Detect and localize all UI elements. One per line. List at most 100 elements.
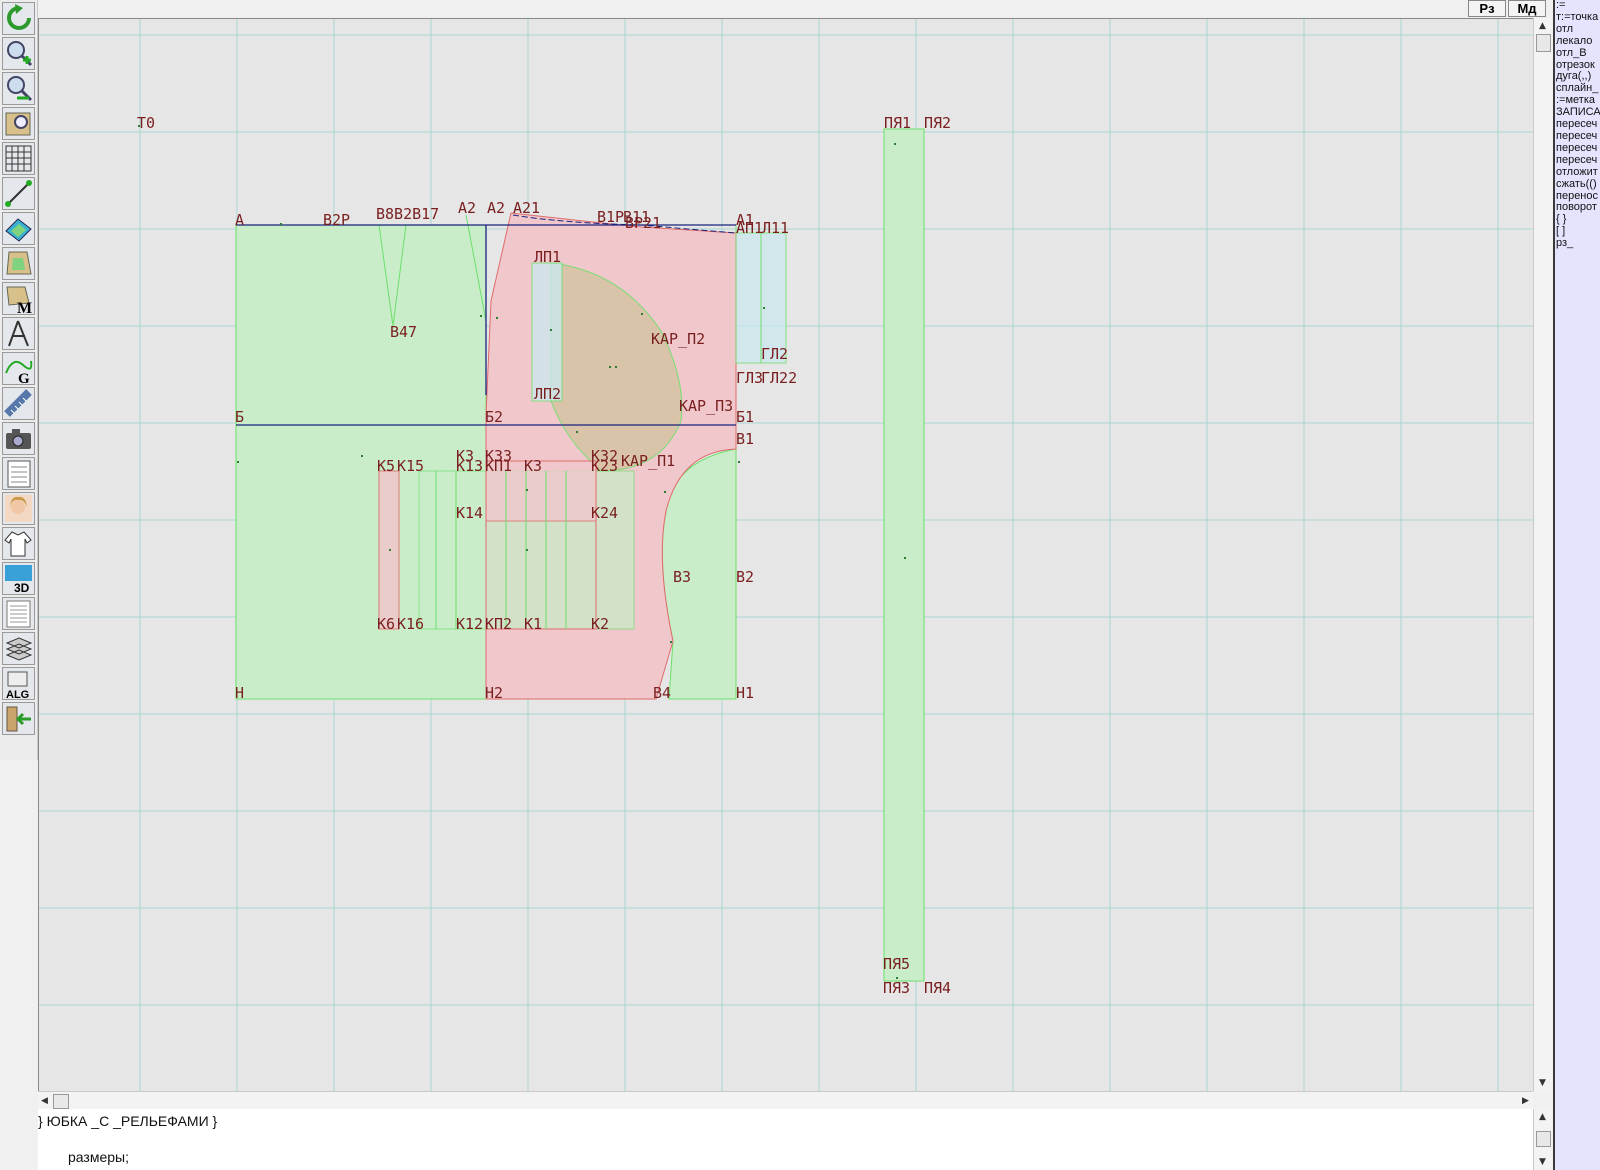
- point-label: ГЛ3: [736, 369, 763, 387]
- toolbar-button[interactable]: [2, 422, 35, 455]
- point-label: ПЯ3: [883, 979, 910, 997]
- editor-line: размеры;: [68, 1149, 129, 1165]
- point-label: КАР_П2: [651, 330, 705, 348]
- point-label: ПЯ2: [924, 114, 951, 132]
- view-3d-icon: 3D: [5, 565, 32, 594]
- command-item[interactable]: отл_В: [1555, 47, 1600, 60]
- command-item[interactable]: лекало: [1555, 35, 1600, 48]
- command-item[interactable]: пересеч: [1555, 142, 1600, 155]
- pattern-color-icon: [5, 218, 32, 242]
- toolbar-button[interactable]: [2, 317, 35, 350]
- line-tool-icon: [5, 180, 32, 207]
- point-label: В47: [390, 323, 417, 341]
- scroll-thumb[interactable]: [1536, 1131, 1551, 1147]
- svg-text:M: M: [17, 300, 32, 314]
- toolbar-button[interactable]: [2, 492, 35, 525]
- toolbar-button[interactable]: [2, 387, 35, 420]
- zoom-fit-icon: [5, 112, 31, 136]
- point-label: К1: [524, 615, 542, 633]
- zoom-out-icon: [7, 76, 33, 102]
- toolbar-button[interactable]: [2, 2, 35, 35]
- garment-icon: [4, 531, 32, 557]
- toolbar-button[interactable]: [2, 247, 35, 280]
- point-label: А: [235, 211, 244, 229]
- curve-g-icon: G: [5, 360, 33, 384]
- point-label: К16: [397, 615, 424, 633]
- model-photo-icon: [5, 495, 32, 522]
- toolbar-button[interactable]: [2, 632, 35, 665]
- waistband-strip: [883, 128, 925, 982]
- point-label: В1Р: [597, 208, 624, 226]
- refresh-icon: [7, 4, 31, 30]
- command-item[interactable]: пересеч: [1555, 154, 1600, 167]
- toolbar-button[interactable]: [2, 107, 35, 140]
- compass-icon: [8, 320, 29, 347]
- scroll-thumb[interactable]: [1536, 34, 1551, 52]
- command-item[interactable]: отл: [1555, 23, 1600, 36]
- scroll-left-icon[interactable]: ◀: [41, 1096, 48, 1106]
- toolbar-button[interactable]: [2, 702, 35, 735]
- pattern-m-icon: M: [6, 286, 32, 314]
- point-label: АП1: [736, 219, 763, 237]
- exit-icon: [6, 706, 31, 732]
- command-list[interactable]: := т:=точка отл лекало отл_В отрезок дуга(,,) с…: [1553, 0, 1600, 1170]
- toolbar-button[interactable]: [2, 212, 35, 245]
- canvas-vertical-scrollbar[interactable]: ▲ ▼: [1533, 18, 1552, 1091]
- scroll-up-icon[interactable]: ▲: [1539, 1112, 1546, 1122]
- point-label: ЛП2: [534, 385, 561, 403]
- point-label: Т0: [137, 114, 155, 132]
- point-label: К12: [456, 615, 483, 633]
- layers-icon: [5, 637, 33, 661]
- point-label: А21: [513, 199, 540, 217]
- toolbar-button[interactable]: 3D: [2, 562, 35, 595]
- scroll-right-icon[interactable]: ▶: [1522, 1096, 1529, 1106]
- svg-text:3D: 3D: [14, 581, 30, 594]
- table-icon: [7, 460, 31, 488]
- editor-scrollbar[interactable]: ▲ ▼: [1533, 1109, 1552, 1170]
- point-label: К5: [377, 457, 395, 475]
- point-label: В2Р: [323, 211, 350, 229]
- md-button[interactable]: Мд: [1508, 0, 1546, 17]
- scroll-down-icon[interactable]: ▼: [1539, 1157, 1546, 1167]
- canvas-horizontal-scrollbar[interactable]: ◀ ▶: [38, 1091, 1533, 1110]
- toolbar-button[interactable]: M: [2, 282, 35, 315]
- command-item[interactable]: отложит: [1555, 166, 1600, 179]
- point-label: Н1: [736, 684, 754, 702]
- script-editor[interactable]: } ЮБКА _С _РЕЛЬЕФАМИ } размеры;: [38, 1109, 1533, 1170]
- toolbar-button[interactable]: [2, 177, 35, 210]
- point-label: КП1: [485, 457, 512, 475]
- point-label: К6: [377, 615, 395, 633]
- point-label: К2: [591, 615, 609, 633]
- scroll-down-icon[interactable]: ▼: [1539, 1078, 1546, 1088]
- point-label: К24: [591, 504, 618, 522]
- point-label: В2: [736, 568, 754, 586]
- scroll-up-icon[interactable]: ▲: [1539, 21, 1546, 31]
- scroll-thumb[interactable]: [53, 1094, 69, 1109]
- command-item[interactable]: рз_: [1555, 237, 1600, 250]
- toolbar-button[interactable]: [2, 37, 35, 70]
- toolbar-button[interactable]: [2, 142, 35, 175]
- pattern-drawing[interactable]: Т0 ПЯ1 ПЯ2 А В2Р В8В2В17 А2 А2 А21 В1Р В…: [39, 19, 1533, 1091]
- tool-palette: M G 3D ALG: [0, 0, 38, 760]
- pattern-canvas[interactable]: Т0 ПЯ1 ПЯ2 А В2Р В8В2В17 А2 А2 А21 В1Р В…: [38, 18, 1533, 1091]
- toolbar-button[interactable]: [2, 72, 35, 105]
- command-item[interactable]: сжать((): [1555, 178, 1600, 191]
- point-label: Л11: [762, 219, 789, 237]
- point-label: ГЛ2: [761, 345, 788, 363]
- point-label: Н: [235, 684, 244, 702]
- algorithm-icon: ALG: [6, 671, 29, 699]
- point-label: Б2: [485, 408, 503, 426]
- point-label: К3: [524, 457, 542, 475]
- point-label: КАР_П1: [621, 452, 675, 470]
- rz-button[interactable]: Рз: [1468, 0, 1506, 17]
- point-label: В3: [673, 568, 691, 586]
- toolbar-button[interactable]: G: [2, 352, 35, 385]
- point-label: В1: [736, 430, 754, 448]
- measurements-icon: [4, 389, 32, 417]
- toolbar-button[interactable]: [2, 457, 35, 490]
- toolbar-button[interactable]: [2, 597, 35, 630]
- toolbar-button[interactable]: [2, 527, 35, 560]
- toolbar-button[interactable]: ALG: [2, 667, 35, 700]
- point-label: Н2: [485, 684, 503, 702]
- point-label: ПЯ4: [924, 979, 951, 997]
